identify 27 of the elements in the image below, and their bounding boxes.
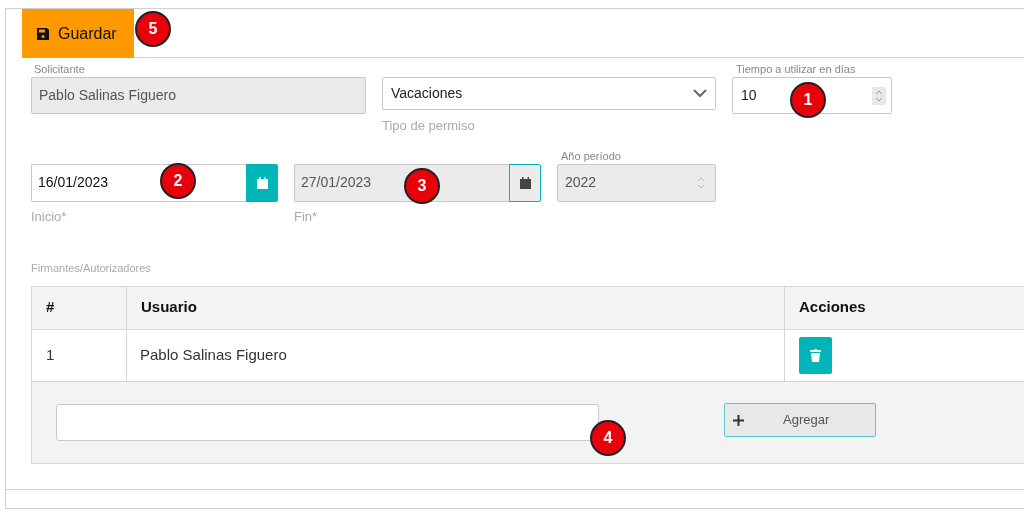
field-label: Solicitante xyxy=(34,62,86,75)
field-label: Tiempo a utilizar en días xyxy=(736,62,857,75)
field-hint: Tipo de permiso xyxy=(382,117,476,135)
plus-icon xyxy=(733,414,744,426)
table-cell-text: Pablo Salinas Figuero xyxy=(140,344,287,365)
chevron-down-icon xyxy=(693,89,707,98)
column-header: Usuario xyxy=(141,297,197,318)
delete-button[interactable] xyxy=(799,336,832,374)
step-badge: 1 xyxy=(790,82,826,118)
spinner-icon xyxy=(697,175,705,190)
user-search-field[interactable] xyxy=(56,403,599,441)
add-button[interactable]: Agregar xyxy=(724,403,876,437)
step-badge: 5 xyxy=(135,11,171,47)
table-cell-text: 1 xyxy=(46,344,55,365)
field-label: Año período xyxy=(561,148,622,162)
trash-icon xyxy=(810,348,821,362)
column-header: Acciones xyxy=(799,297,866,318)
column-header: # xyxy=(46,297,55,318)
save-button[interactable]: Guardar xyxy=(22,9,134,58)
spinner-icon xyxy=(872,86,886,105)
section-title: Firmantes/Autorizadores xyxy=(31,261,152,276)
calendar-button[interactable] xyxy=(509,163,541,202)
field-hint: Inicio* xyxy=(31,207,68,226)
field-hint: Fin* xyxy=(294,207,319,226)
leave-type-select[interactable]: Vacaciones xyxy=(382,77,716,110)
calendar-icon xyxy=(256,176,268,189)
calendar-icon xyxy=(519,176,531,189)
